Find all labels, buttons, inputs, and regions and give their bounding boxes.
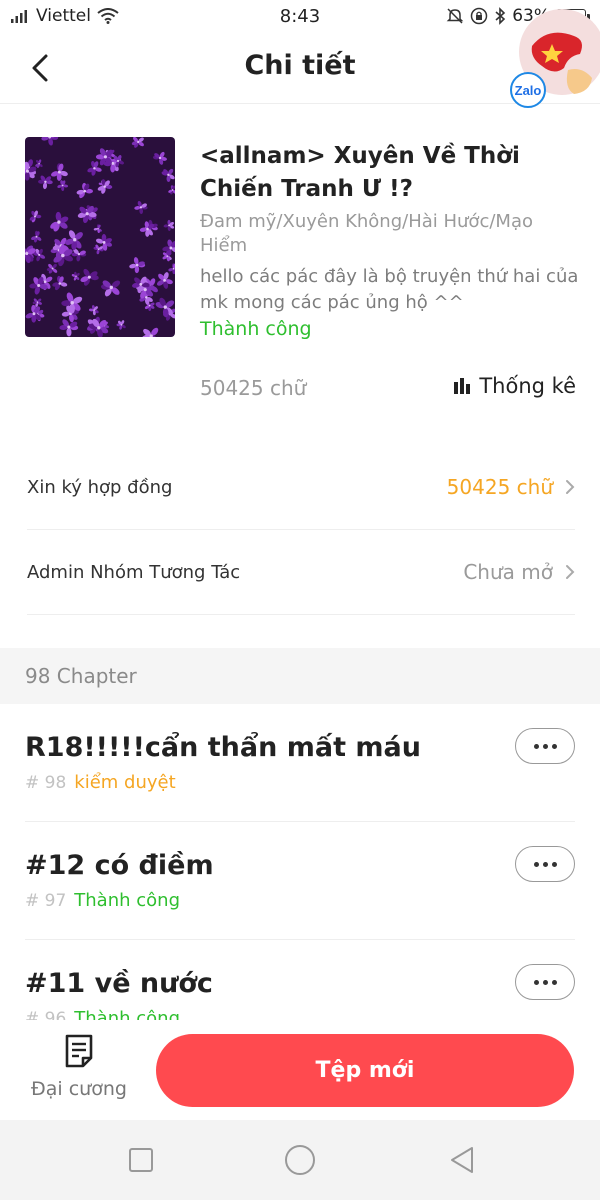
purple-flowers-image: [25, 137, 175, 337]
more-dot-icon: [551, 861, 557, 867]
bluetooth-icon: [495, 7, 506, 25]
more-dot-icon: [542, 861, 548, 867]
book-genres: Đam mỹ/Xuyên Không/Hài Hước/Mạo Hiểm: [200, 211, 533, 256]
more-options-button[interactable]: [515, 846, 575, 882]
chapter-meta: # 98 kiểm duyệt: [25, 772, 176, 793]
chapter-status: Thành công: [74, 1008, 180, 1020]
chapter-list: R18!!!!!cẩn thẩn mất máu # 98 kiểm duyệt…: [0, 704, 600, 1020]
mute-icon: [446, 8, 464, 24]
more-dot-icon: [551, 979, 557, 985]
setting-label: Admin Nhóm Tương Tác: [27, 561, 241, 583]
bottom-action-bar: Đại cương Tệp mới: [0, 1020, 600, 1120]
chapter-item[interactable]: #11 về nước # 96 Thành công: [25, 940, 575, 1020]
home-button[interactable]: [282, 1142, 318, 1178]
triangle-back-icon: [451, 1147, 473, 1173]
chapter-count-heading: 98 Chapter: [0, 648, 600, 704]
carrier-name: Viettel: [36, 6, 91, 26]
recent-apps-button[interactable]: [123, 1142, 159, 1178]
more-dot-icon: [533, 979, 539, 985]
document-icon: [65, 1034, 93, 1068]
signal-icon: [11, 10, 27, 23]
system-navigation-bar: [0, 1120, 600, 1200]
outline-label: Đại cương: [31, 1078, 127, 1100]
chapter-number: # 98: [25, 773, 67, 793]
setting-right: 50425 chữ: [447, 475, 575, 499]
more-options-button[interactable]: [515, 728, 575, 764]
book-description: hello các pác đây là bộ truyện thứ hai c…: [200, 266, 579, 313]
book-title: <allnam> Xuyên Về Thời Chiến Tranh Ư !?: [200, 143, 520, 202]
setting-value: Chưa mở: [463, 560, 553, 584]
chapter-meta: # 96 Thành công: [25, 1008, 180, 1020]
chapter-number: # 96: [25, 1009, 67, 1020]
wifi-icon: [97, 8, 119, 24]
book-cover[interactable]: [25, 137, 175, 337]
zalo-chat-bubble[interactable]: Zalo: [508, 6, 600, 110]
chapter-status: kiểm duyệt: [74, 772, 176, 793]
more-dot-icon: [533, 743, 539, 749]
system-back-button[interactable]: [444, 1142, 480, 1178]
more-options-button[interactable]: [515, 964, 575, 1000]
statistics-label: Thống kê: [479, 374, 576, 398]
book-status: Thành công: [200, 318, 312, 340]
chapter-title: R18!!!!!cẩn thẩn mất máu: [25, 732, 421, 763]
chapter-item[interactable]: #12 có điềm # 97 Thành công: [25, 822, 575, 940]
more-dot-icon: [542, 743, 548, 749]
admin-group-row[interactable]: Admin Nhóm Tương Tác Chưa mở: [27, 530, 575, 615]
word-count: 50425 chữ: [200, 376, 307, 400]
new-file-button[interactable]: Tệp mới: [156, 1034, 574, 1107]
zalo-avatar-icon: Zalo: [510, 9, 600, 108]
more-dot-icon: [542, 979, 548, 985]
rotation-lock-icon: [470, 7, 488, 25]
more-dot-icon: [551, 743, 557, 749]
setting-value: 50425 chữ: [446, 475, 553, 499]
more-dot-icon: [533, 861, 539, 867]
chapter-meta: # 97 Thành công: [25, 890, 180, 911]
chapter-item[interactable]: R18!!!!!cẩn thẩn mất máu # 98 kiểm duyệt: [25, 704, 575, 822]
setting-right: Chưa mở: [463, 560, 575, 584]
zalo-badge-text: Zalo: [515, 83, 542, 98]
status-left: Viettel: [10, 6, 119, 26]
chapter-title: #12 có điềm: [25, 850, 214, 881]
contract-request-row[interactable]: Xin ký hợp đồng 50425 chữ: [27, 445, 575, 530]
statistics-button[interactable]: Thống kê: [453, 374, 576, 398]
chapter-status: Thành công: [74, 890, 180, 911]
chapter-number: # 97: [25, 891, 67, 911]
square-icon: [129, 1148, 153, 1172]
settings-list: Xin ký hợp đồng 50425 chữ Admin Nhóm Tươ…: [0, 445, 600, 615]
circle-icon: [285, 1145, 315, 1175]
bar-chart-icon: [454, 378, 471, 394]
outline-button[interactable]: Đại cương: [20, 1034, 138, 1114]
chevron-right-icon: [566, 480, 575, 494]
chapter-title: #11 về nước: [25, 968, 213, 999]
setting-label: Xin ký hợp đồng: [27, 476, 173, 498]
book-info: <allnam> Xuyên Về Thời Chiến Tranh Ư !? …: [0, 104, 600, 424]
chevron-right-icon: [566, 565, 575, 579]
